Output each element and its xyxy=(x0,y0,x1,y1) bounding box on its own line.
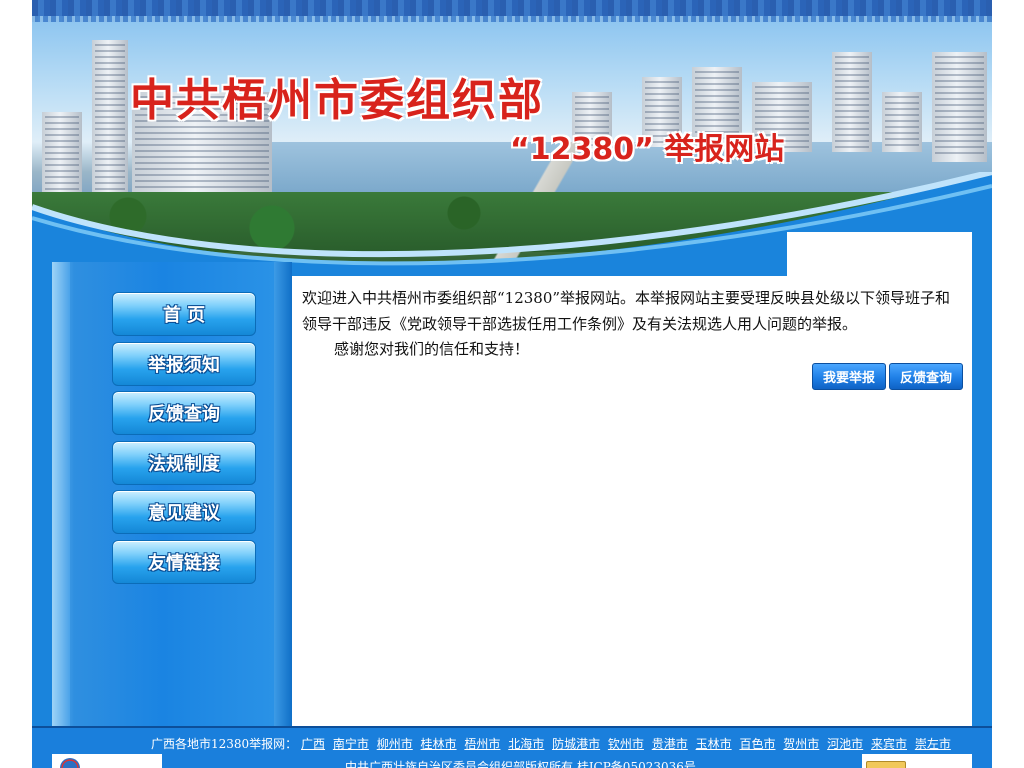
sidebar: 首 页 举报须知 反馈查询 法规制度 意见建议 友情链接 xyxy=(52,262,274,726)
nav-item-label: 法规制度 xyxy=(148,454,220,475)
party-emblem-logo xyxy=(52,754,162,768)
city-link[interactable]: 南宁市 xyxy=(333,737,369,751)
feedback-query-button[interactable]: 反馈查询 xyxy=(889,363,963,390)
banner-building xyxy=(832,52,872,152)
city-link[interactable]: 北海市 xyxy=(508,737,544,751)
city-link[interactable]: 广西 xyxy=(301,737,325,751)
report-button[interactable]: 我要举报 xyxy=(812,363,886,390)
nav-feedback-query-button[interactable]: 反馈查询 xyxy=(112,391,256,435)
banner-building xyxy=(932,52,987,162)
city-links: 广西各地市12380举报网： 广西 南宁市 柳州市 桂林市 梧州市 北海市 防城… xyxy=(151,735,955,752)
city-link[interactable]: 桂林市 xyxy=(421,737,457,751)
city-link[interactable]: 钦州市 xyxy=(608,737,644,751)
copyright-text: 中共广西壮族自治区委员会组织部版权所有 桂ICP备05023036号 xyxy=(345,760,696,768)
nav-item-label: 意见建议 xyxy=(148,503,220,524)
city-link[interactable]: 贺州市 xyxy=(783,737,819,751)
nav-item-label: 友情链接 xyxy=(148,553,220,574)
thanks-text: 感谢您对我们的信任和支持！ xyxy=(334,340,530,358)
city-link[interactable]: 玉林市 xyxy=(696,737,732,751)
main-content: 欢迎进入中共梧州市委组织部“12380”举报网站。本举报网站主要受理反映县处级以… xyxy=(292,276,972,726)
nav-item-label: 首 页 xyxy=(162,305,206,326)
nav-item-label: 举报须知 xyxy=(148,355,220,376)
site-subtitle: “12380” 举报网站 xyxy=(510,132,785,167)
content-notch xyxy=(787,232,972,276)
sidebar-edge xyxy=(274,262,292,726)
city-links-prefix: 广西各地市12380举报网： xyxy=(151,737,298,751)
nav-links-button[interactable]: 友情链接 xyxy=(112,540,256,584)
banner-building xyxy=(882,92,922,152)
nav-regulations-button[interactable]: 法规制度 xyxy=(112,441,256,485)
page-frame: 中共梧州市委组织部 “12380” 举报网站 首 页 举报须知 反馈查询 法规制… xyxy=(32,0,992,768)
footer-bottom: 中共广西壮族自治区委员会组织部版权所有 桂ICP备05023036号 xyxy=(32,752,992,768)
city-link[interactable]: 贵港市 xyxy=(652,737,688,751)
city-link[interactable]: 来宾市 xyxy=(871,737,907,751)
city-link[interactable]: 防城港市 xyxy=(552,737,600,751)
city-link[interactable]: 梧州市 xyxy=(464,737,500,751)
city-link[interactable]: 百色市 xyxy=(739,737,775,751)
site-badge-logo[interactable] xyxy=(862,754,972,768)
nav-suggestions-button[interactable]: 意见建议 xyxy=(112,490,256,534)
nav-report-notice-button[interactable]: 举报须知 xyxy=(112,342,256,386)
intro-text: 欢迎进入中共梧州市委组织部“12380”举报网站。本举报网站主要受理反映县处级以… xyxy=(302,289,951,333)
city-link[interactable]: 柳州市 xyxy=(377,737,413,751)
city-link[interactable]: 崇左市 xyxy=(915,737,951,751)
nav-item-label: 反馈查询 xyxy=(148,404,220,425)
site-title: 中共梧州市委组织部 xyxy=(130,75,544,126)
top-decorative-strip xyxy=(32,0,992,22)
footer-city-bar: 广西各地市12380举报网： 广西 南宁市 柳州市 桂林市 梧州市 北海市 防城… xyxy=(32,726,992,754)
nav-home-button[interactable]: 首 页 xyxy=(112,292,256,336)
city-link[interactable]: 河池市 xyxy=(827,737,863,751)
